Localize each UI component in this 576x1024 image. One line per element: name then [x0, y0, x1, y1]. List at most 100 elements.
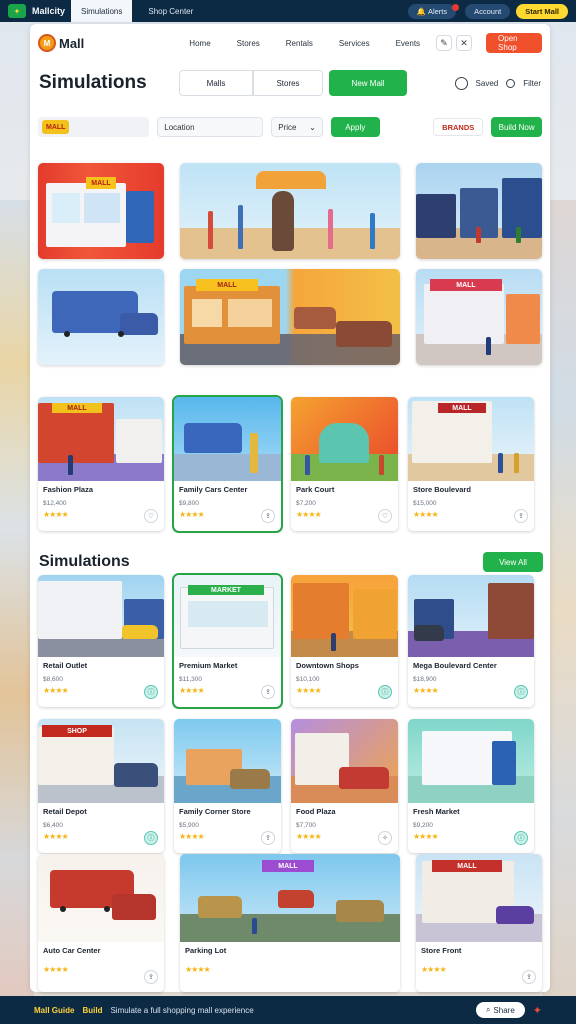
- card-title: Auto Car Center: [43, 946, 101, 955]
- mall-card[interactable]: MALL: [180, 269, 400, 365]
- edit-icon[interactable]: ✎: [436, 35, 453, 51]
- nav-events[interactable]: Events: [396, 39, 420, 48]
- nav-rentals[interactable]: Rentals: [286, 39, 313, 48]
- mall-card[interactable]: [180, 163, 400, 259]
- simulation-card[interactable]: Food Plaza $7,700 ★★★★ ✧: [291, 719, 398, 853]
- tab-simulations[interactable]: Simulations: [71, 0, 133, 22]
- simulations-grid-last: Auto Car Center ★★★★ ⇪ MALL Parking Lot …: [38, 854, 542, 992]
- card-body: Downtown Shops $10,100 ★★★★ ⓘ: [291, 657, 398, 707]
- info-icon[interactable]: ⓘ: [514, 831, 528, 845]
- share-icon[interactable]: ⇪: [522, 970, 536, 984]
- simulation-card-selected[interactable]: MARKET Premium Market $11,300 ★★★★ ⇪: [172, 573, 283, 709]
- footer-build-link[interactable]: Build: [82, 1006, 102, 1015]
- simulation-card[interactable]: MALL Parking Lot ★★★★: [180, 854, 400, 992]
- info-icon[interactable]: ⓘ: [514, 685, 528, 699]
- brand-logo-icon[interactable]: ✦: [8, 4, 26, 18]
- close-icon[interactable]: ✕: [456, 35, 473, 51]
- card-body: Fashion Plaza $12,400 ★★★★ ♡: [38, 481, 164, 531]
- new-mall-button[interactable]: New Mall: [329, 70, 407, 96]
- card-title: Premium Market: [179, 661, 238, 670]
- start-mall-button[interactable]: Start Mall: [516, 3, 568, 19]
- card-body: Premium Market $11,300 ★★★★ ⇪: [174, 657, 281, 707]
- section-header: Simulations View All: [39, 552, 543, 572]
- mall-card-selected[interactable]: Family Cars Center $9,800 ★★★★ ⇪: [172, 395, 283, 533]
- build-now-button[interactable]: Build Now: [491, 117, 542, 137]
- brands-tag[interactable]: BRANDS: [433, 118, 484, 136]
- heart-icon[interactable]: ♡: [144, 509, 158, 523]
- shop-and-cars-image: MALL: [180, 269, 400, 365]
- fresh-market-image: [408, 719, 534, 803]
- info-icon[interactable]: ⓘ: [144, 831, 158, 845]
- chevron-down-icon: ⌄: [309, 122, 316, 132]
- share-button[interactable]: ⌕ Share: [475, 1002, 525, 1018]
- share-icon[interactable]: ⇪: [144, 970, 158, 984]
- simulation-card[interactable]: Retail Outlet $8,600 ★★★★ ⓘ: [38, 575, 164, 707]
- filter-link[interactable]: Filter: [523, 79, 541, 88]
- mall-card[interactable]: MALL Store Boulevard $15,000 ★★★★ ⇪: [408, 397, 534, 531]
- share-icon[interactable]: ⇪: [261, 509, 275, 523]
- card-body: Mega Boulevard Center $18,900 ★★★★ ⓘ: [408, 657, 534, 707]
- mall-card[interactable]: [416, 163, 542, 259]
- notification-badge: [452, 3, 460, 11]
- card-price: $7,700: [296, 822, 316, 829]
- simulation-card[interactable]: Auto Car Center ★★★★ ⇪: [38, 854, 164, 992]
- account-button[interactable]: Account: [465, 3, 511, 19]
- segment-malls[interactable]: Malls: [179, 70, 253, 96]
- parking-lot-image: MALL: [180, 854, 400, 942]
- simulation-card[interactable]: Family Corner Store $5,900 ★★★★ ⇪: [174, 719, 281, 853]
- rating-stars: ★★★★: [413, 686, 439, 695]
- segment-stores[interactable]: Stores: [253, 70, 323, 96]
- nav-home[interactable]: Home: [189, 39, 210, 48]
- nav-stores[interactable]: Stores: [237, 39, 260, 48]
- park-court-image: [291, 397, 398, 481]
- card-price: $8,600: [43, 676, 63, 683]
- share-icon[interactable]: ⇪: [514, 509, 528, 523]
- card-title: Family Cars Center: [179, 485, 248, 494]
- card-body: Retail Outlet $8,600 ★★★★ ⓘ: [38, 657, 164, 707]
- rating-stars: ★★★★: [43, 686, 69, 695]
- card-price: $9,200: [413, 822, 433, 829]
- card-body: Family Cars Center $9,800 ★★★★ ⇪: [174, 481, 281, 531]
- sparkle-icon[interactable]: ✧: [378, 831, 392, 845]
- info-icon[interactable]: ⓘ: [378, 685, 392, 699]
- tab-shop-center[interactable]: Shop Center: [138, 0, 203, 22]
- simulation-card[interactable]: Mega Boulevard Center $18,900 ★★★★ ⓘ: [408, 575, 534, 707]
- mall-card[interactable]: [38, 269, 164, 365]
- heart-icon[interactable]: ♡: [378, 509, 392, 523]
- card-body: Store Boulevard $15,000 ★★★★ ⇪: [408, 481, 534, 531]
- simulation-card[interactable]: Fresh Market $9,200 ★★★★ ⓘ: [408, 719, 534, 853]
- open-shop-button[interactable]: Open Shop: [486, 33, 542, 53]
- card-body: Store Front ★★★★ ⇪: [416, 942, 542, 992]
- info-icon[interactable]: ⓘ: [144, 685, 158, 699]
- radio-icon[interactable]: [506, 78, 516, 88]
- view-all-button[interactable]: View All: [483, 552, 543, 572]
- location-input[interactable]: Location: [157, 117, 264, 137]
- street-shops-image: [416, 163, 542, 259]
- mall-card[interactable]: MALL Fashion Plaza $12,400 ★★★★ ♡: [38, 397, 164, 531]
- brand-name[interactable]: Mallcity: [32, 6, 65, 16]
- mall-card[interactable]: MALL: [416, 269, 542, 365]
- simulation-card[interactable]: Downtown Shops $10,100 ★★★★ ⓘ: [291, 575, 398, 707]
- mall-card[interactable]: MALL: [38, 163, 164, 259]
- mall-logo[interactable]: M Mall: [38, 34, 84, 52]
- mall-card[interactable]: Park Court $7,200 ★★★★ ♡: [291, 397, 398, 531]
- simulation-card[interactable]: SHOP Retail Depot $6,400 ★★★★ ⓘ: [38, 719, 164, 853]
- apply-button[interactable]: Apply: [330, 117, 380, 137]
- globe-icon[interactable]: [454, 76, 468, 90]
- title-actions: Saved Filter: [454, 76, 541, 90]
- search-icon: ⌕: [485, 1005, 491, 1014]
- simulation-card[interactable]: MALL Store Front ★★★★ ⇪: [416, 854, 542, 992]
- rating-stars: ★★★★: [421, 965, 447, 974]
- share-icon[interactable]: ⇪: [261, 685, 275, 699]
- notifications-button[interactable]: 🔔 Alerts: [407, 3, 457, 19]
- premium-market-image: MARKET: [174, 575, 281, 657]
- search-field[interactable]: MALL: [38, 117, 150, 137]
- footer-guide-link[interactable]: Mall Guide: [34, 1006, 74, 1015]
- price-dropdown[interactable]: Price ⌄: [271, 117, 323, 137]
- card-price: $12,400: [43, 500, 67, 507]
- nav-services[interactable]: Services: [339, 39, 370, 48]
- card-title: Mega Boulevard Center: [413, 661, 497, 670]
- saved-link[interactable]: Saved: [476, 79, 499, 88]
- bell-icon: 🔔: [416, 6, 428, 16]
- share-icon[interactable]: ⇪: [261, 831, 275, 845]
